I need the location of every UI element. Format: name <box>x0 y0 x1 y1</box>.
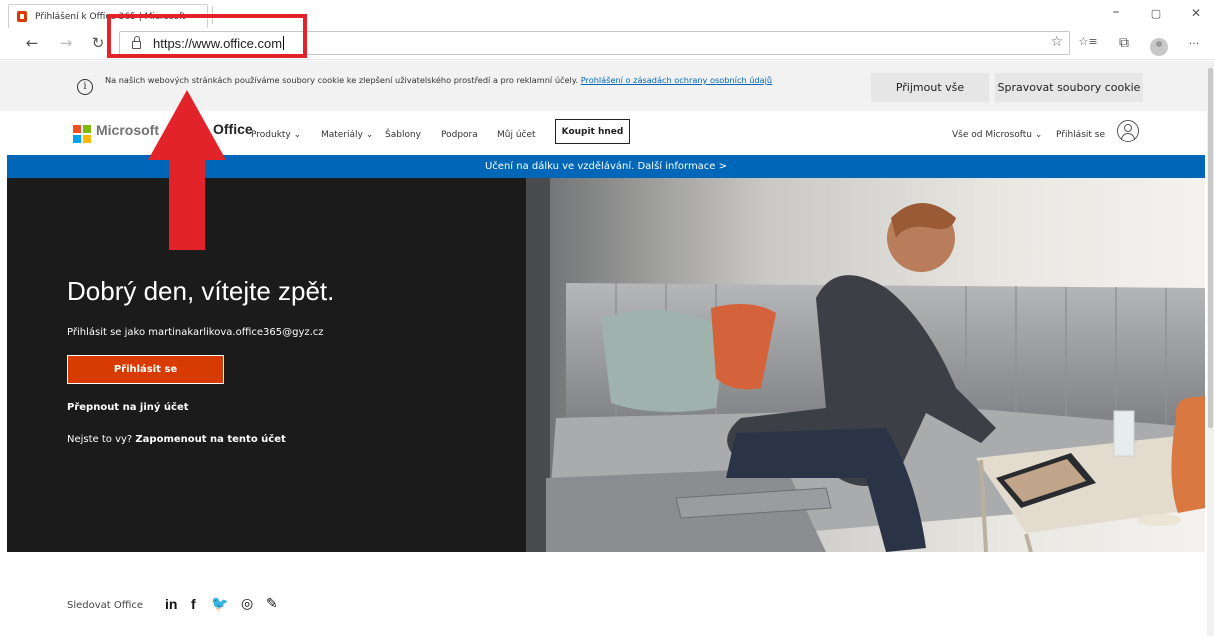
nav-resources[interactable]: Materiály ⌄ <box>321 130 373 140</box>
signed-in-as-text: Přihlásit se jako martinakarlikova.offic… <box>67 327 324 338</box>
hero-photo <box>526 178 1205 552</box>
annotation-arrow-icon <box>148 90 226 250</box>
switch-account-link[interactable]: Přepnout na jiný účet <box>67 402 189 413</box>
signin-button[interactable]: Přihlásit se <box>67 355 224 384</box>
cookie-message: Na našich webových stránkách používáme s… <box>105 75 579 85</box>
maximize-button[interactable]: ▢ <box>1136 7 1176 20</box>
nav-support[interactable]: Podpora <box>441 130 478 140</box>
hero-title: Dobrý den, vítejte zpět. <box>67 276 335 306</box>
not-you-text: Nejste to vy? <box>67 434 133 445</box>
favorite-star-icon[interactable]: ☆ <box>1050 34 1063 50</box>
profile-avatar-icon[interactable] <box>1150 38 1168 56</box>
hero-illustration <box>526 178 1205 552</box>
not-you-row: Nejste to vy? Zapomenout na tento účet <box>67 434 286 445</box>
more-icon[interactable]: ··· <box>1184 37 1204 50</box>
forget-account-link[interactable]: Zapomenout na tento účet <box>135 434 285 445</box>
facebook-icon[interactable]: f <box>191 596 196 612</box>
all-microsoft-menu[interactable]: Vše od Microsoftu ⌄ <box>952 130 1042 140</box>
nav-products[interactable]: Produkty ⌄ <box>251 130 301 140</box>
blog-icon[interactable]: ✎ <box>266 596 278 612</box>
collections-icon[interactable]: ⧉ <box>1114 35 1134 51</box>
favorites-list-icon[interactable]: ☆≡ <box>1078 35 1098 48</box>
accept-cookies-button[interactable]: Přijmout vše <box>871 73 989 102</box>
nav-templates[interactable]: Šablony <box>385 130 421 140</box>
header-signin-link[interactable]: Přihlásit se <box>1056 130 1105 140</box>
cookie-text: Na našich webových stránkách používáme s… <box>105 75 785 86</box>
announcement-text[interactable]: Učení na dálku ve vzdělávání. Další info… <box>485 161 727 172</box>
twitter-icon[interactable]: 🐦 <box>211 596 228 612</box>
instagram-icon[interactable]: ◎ <box>241 596 253 612</box>
annotation-highlight-box <box>107 14 307 58</box>
office-favicon-icon <box>17 11 27 22</box>
linkedin-icon[interactable]: in <box>165 596 177 612</box>
nav-my-account[interactable]: Můj účet <box>497 130 536 140</box>
privacy-link[interactable]: Prohlášení o zásadách ochrany osobních ú… <box>581 75 772 85</box>
buy-now-button[interactable]: Koupit hned <box>555 119 630 144</box>
scrollbar-thumb[interactable] <box>1208 68 1213 428</box>
info-icon: i <box>77 79 93 95</box>
microsoft-logo-icon[interactable] <box>73 125 91 143</box>
minimize-button[interactable]: – <box>1096 4 1136 20</box>
user-icon[interactable] <box>1117 120 1139 142</box>
close-button[interactable]: ✕ <box>1176 6 1214 20</box>
manage-cookies-button[interactable]: Spravovat soubory cookie <box>995 73 1143 102</box>
follow-office-label: Sledovat Office <box>67 600 144 611</box>
back-button[interactable]: ← <box>20 34 44 52</box>
forward-button[interactable]: → <box>54 34 78 52</box>
